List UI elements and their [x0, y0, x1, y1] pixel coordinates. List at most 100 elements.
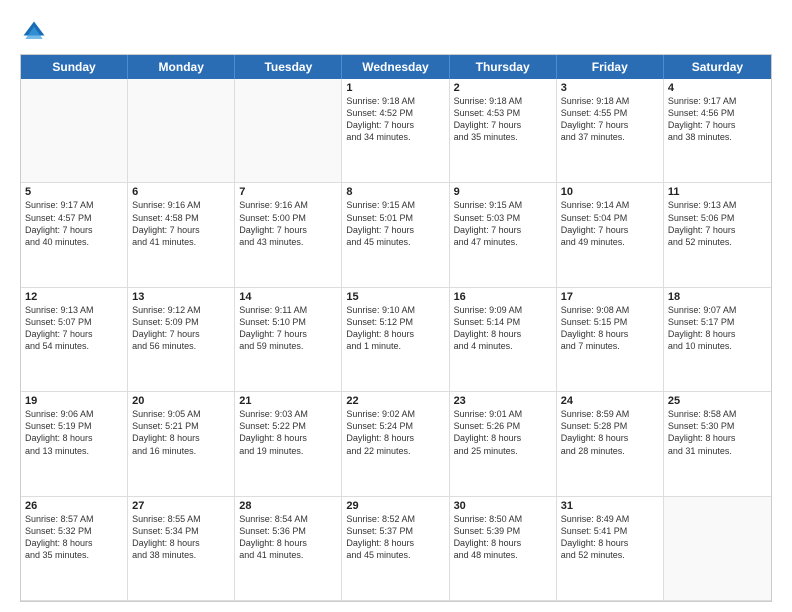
cell-info: Sunrise: 9:13 AMSunset: 5:06 PMDaylight:…	[668, 199, 767, 248]
day-number: 16	[454, 291, 552, 303]
cell-info: Sunrise: 8:58 AMSunset: 5:30 PMDaylight:…	[668, 408, 767, 457]
day-number: 29	[346, 500, 444, 512]
cell-info: Sunrise: 9:13 AMSunset: 5:07 PMDaylight:…	[25, 304, 123, 353]
day-number: 2	[454, 82, 552, 94]
calendar-cell	[128, 79, 235, 183]
cell-info: Sunrise: 9:17 AMSunset: 4:56 PMDaylight:…	[668, 95, 767, 144]
day-number: 4	[668, 82, 767, 94]
day-number: 22	[346, 395, 444, 407]
day-number: 3	[561, 82, 659, 94]
logo	[20, 18, 52, 46]
cell-info: Sunrise: 9:03 AMSunset: 5:22 PMDaylight:…	[239, 408, 337, 457]
cell-info: Sunrise: 9:10 AMSunset: 5:12 PMDaylight:…	[346, 304, 444, 353]
day-number: 7	[239, 186, 337, 198]
calendar-cell: 22Sunrise: 9:02 AMSunset: 5:24 PMDayligh…	[342, 392, 449, 496]
day-number: 20	[132, 395, 230, 407]
day-number: 6	[132, 186, 230, 198]
calendar-cell: 18Sunrise: 9:07 AMSunset: 5:17 PMDayligh…	[664, 288, 771, 392]
day-number: 12	[25, 291, 123, 303]
day-number: 1	[346, 82, 444, 94]
calendar-cell: 10Sunrise: 9:14 AMSunset: 5:04 PMDayligh…	[557, 183, 664, 287]
calendar-cell: 11Sunrise: 9:13 AMSunset: 5:06 PMDayligh…	[664, 183, 771, 287]
cell-info: Sunrise: 9:09 AMSunset: 5:14 PMDaylight:…	[454, 304, 552, 353]
calendar-cell: 20Sunrise: 9:05 AMSunset: 5:21 PMDayligh…	[128, 392, 235, 496]
day-number: 18	[668, 291, 767, 303]
calendar-cell: 23Sunrise: 9:01 AMSunset: 5:26 PMDayligh…	[450, 392, 557, 496]
calendar-cell: 24Sunrise: 8:59 AMSunset: 5:28 PMDayligh…	[557, 392, 664, 496]
day-number: 14	[239, 291, 337, 303]
day-number: 19	[25, 395, 123, 407]
cell-info: Sunrise: 9:18 AMSunset: 4:55 PMDaylight:…	[561, 95, 659, 144]
day-number: 23	[454, 395, 552, 407]
day-number: 28	[239, 500, 337, 512]
calendar-cell: 31Sunrise: 8:49 AMSunset: 5:41 PMDayligh…	[557, 497, 664, 601]
cell-info: Sunrise: 9:15 AMSunset: 5:01 PMDaylight:…	[346, 199, 444, 248]
header	[20, 18, 772, 46]
day-number: 31	[561, 500, 659, 512]
calendar-cell: 1Sunrise: 9:18 AMSunset: 4:52 PMDaylight…	[342, 79, 449, 183]
cell-info: Sunrise: 8:52 AMSunset: 5:37 PMDaylight:…	[346, 513, 444, 562]
day-number: 8	[346, 186, 444, 198]
day-number: 26	[25, 500, 123, 512]
day-number: 5	[25, 186, 123, 198]
calendar-cell	[21, 79, 128, 183]
logo-icon	[20, 18, 48, 46]
cell-info: Sunrise: 9:05 AMSunset: 5:21 PMDaylight:…	[132, 408, 230, 457]
day-header-friday: Friday	[557, 55, 664, 79]
day-header-sunday: Sunday	[21, 55, 128, 79]
cell-info: Sunrise: 9:12 AMSunset: 5:09 PMDaylight:…	[132, 304, 230, 353]
calendar-cell: 27Sunrise: 8:55 AMSunset: 5:34 PMDayligh…	[128, 497, 235, 601]
calendar-cell: 16Sunrise: 9:09 AMSunset: 5:14 PMDayligh…	[450, 288, 557, 392]
cell-info: Sunrise: 9:08 AMSunset: 5:15 PMDaylight:…	[561, 304, 659, 353]
calendar-cell: 9Sunrise: 9:15 AMSunset: 5:03 PMDaylight…	[450, 183, 557, 287]
day-headers: SundayMondayTuesdayWednesdayThursdayFrid…	[21, 55, 771, 79]
day-number: 30	[454, 500, 552, 512]
day-header-tuesday: Tuesday	[235, 55, 342, 79]
calendar-cell: 21Sunrise: 9:03 AMSunset: 5:22 PMDayligh…	[235, 392, 342, 496]
calendar-cell: 8Sunrise: 9:15 AMSunset: 5:01 PMDaylight…	[342, 183, 449, 287]
day-number: 24	[561, 395, 659, 407]
calendar-cell: 7Sunrise: 9:16 AMSunset: 5:00 PMDaylight…	[235, 183, 342, 287]
calendar-cell: 4Sunrise: 9:17 AMSunset: 4:56 PMDaylight…	[664, 79, 771, 183]
day-number: 13	[132, 291, 230, 303]
calendar-cell: 5Sunrise: 9:17 AMSunset: 4:57 PMDaylight…	[21, 183, 128, 287]
cell-info: Sunrise: 9:15 AMSunset: 5:03 PMDaylight:…	[454, 199, 552, 248]
cell-info: Sunrise: 8:49 AMSunset: 5:41 PMDaylight:…	[561, 513, 659, 562]
calendar-cell: 14Sunrise: 9:11 AMSunset: 5:10 PMDayligh…	[235, 288, 342, 392]
day-number: 15	[346, 291, 444, 303]
cell-info: Sunrise: 9:18 AMSunset: 4:52 PMDaylight:…	[346, 95, 444, 144]
day-number: 10	[561, 186, 659, 198]
day-number: 11	[668, 186, 767, 198]
cell-info: Sunrise: 9:16 AMSunset: 4:58 PMDaylight:…	[132, 199, 230, 248]
cell-info: Sunrise: 9:02 AMSunset: 5:24 PMDaylight:…	[346, 408, 444, 457]
day-header-thursday: Thursday	[450, 55, 557, 79]
day-number: 21	[239, 395, 337, 407]
cell-info: Sunrise: 8:59 AMSunset: 5:28 PMDaylight:…	[561, 408, 659, 457]
day-header-saturday: Saturday	[664, 55, 771, 79]
day-number: 25	[668, 395, 767, 407]
calendar-cell: 28Sunrise: 8:54 AMSunset: 5:36 PMDayligh…	[235, 497, 342, 601]
day-header-monday: Monday	[128, 55, 235, 79]
page: SundayMondayTuesdayWednesdayThursdayFrid…	[0, 0, 792, 612]
calendar-cell	[235, 79, 342, 183]
cell-info: Sunrise: 9:11 AMSunset: 5:10 PMDaylight:…	[239, 304, 337, 353]
calendar-cell: 29Sunrise: 8:52 AMSunset: 5:37 PMDayligh…	[342, 497, 449, 601]
calendar-cell: 25Sunrise: 8:58 AMSunset: 5:30 PMDayligh…	[664, 392, 771, 496]
calendar-cell: 6Sunrise: 9:16 AMSunset: 4:58 PMDaylight…	[128, 183, 235, 287]
calendar-cell	[664, 497, 771, 601]
day-number: 27	[132, 500, 230, 512]
cell-info: Sunrise: 8:57 AMSunset: 5:32 PMDaylight:…	[25, 513, 123, 562]
cell-info: Sunrise: 9:07 AMSunset: 5:17 PMDaylight:…	[668, 304, 767, 353]
calendar-cell: 17Sunrise: 9:08 AMSunset: 5:15 PMDayligh…	[557, 288, 664, 392]
cell-info: Sunrise: 9:01 AMSunset: 5:26 PMDaylight:…	[454, 408, 552, 457]
calendar-grid: 1Sunrise: 9:18 AMSunset: 4:52 PMDaylight…	[21, 79, 771, 601]
calendar-cell: 19Sunrise: 9:06 AMSunset: 5:19 PMDayligh…	[21, 392, 128, 496]
day-number: 17	[561, 291, 659, 303]
calendar-cell: 13Sunrise: 9:12 AMSunset: 5:09 PMDayligh…	[128, 288, 235, 392]
cell-info: Sunrise: 9:06 AMSunset: 5:19 PMDaylight:…	[25, 408, 123, 457]
cell-info: Sunrise: 9:17 AMSunset: 4:57 PMDaylight:…	[25, 199, 123, 248]
calendar-cell: 26Sunrise: 8:57 AMSunset: 5:32 PMDayligh…	[21, 497, 128, 601]
day-header-wednesday: Wednesday	[342, 55, 449, 79]
calendar-cell: 3Sunrise: 9:18 AMSunset: 4:55 PMDaylight…	[557, 79, 664, 183]
calendar-cell: 12Sunrise: 9:13 AMSunset: 5:07 PMDayligh…	[21, 288, 128, 392]
